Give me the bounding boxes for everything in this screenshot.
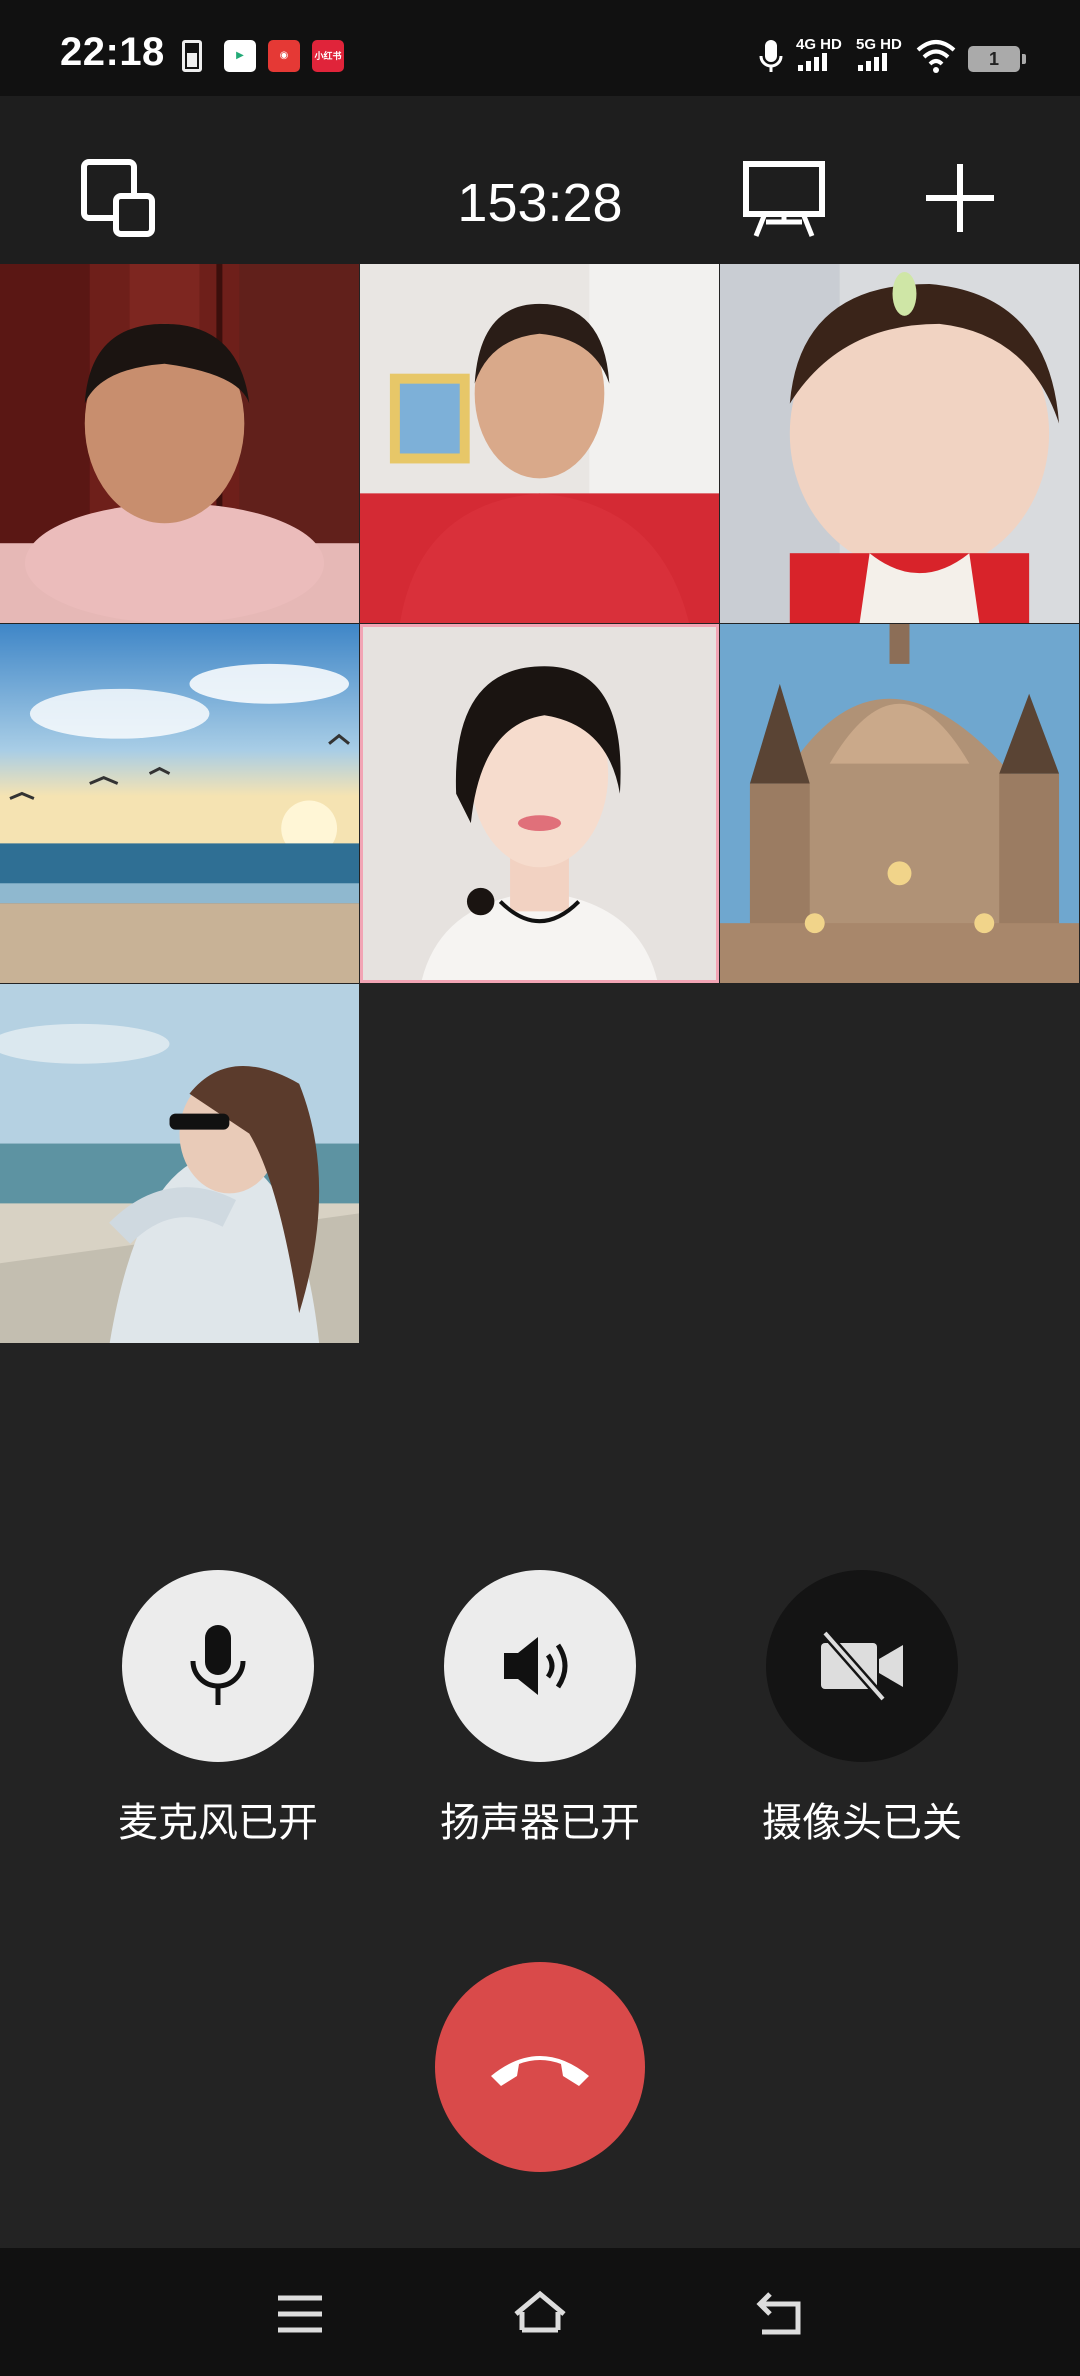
status-bar: 22:18 ▶ ◉ 小红书 4G HD 5G HD 1 xyxy=(0,0,1080,96)
hangup-button[interactable] xyxy=(435,1962,645,2172)
mic-in-use-icon xyxy=(759,40,783,72)
participant-video-2[interactable] xyxy=(360,264,719,623)
speaker-icon xyxy=(504,1637,568,1695)
participant-4-image xyxy=(0,624,359,983)
hangup-icon xyxy=(491,2056,589,2086)
microphone-label: 麦克风已开 xyxy=(118,1800,318,1846)
participant-2-image xyxy=(360,264,719,623)
network-4g-label: 4G HD xyxy=(796,36,842,53)
participant-video-6[interactable] xyxy=(720,624,1079,983)
video-app-icon: ▶ xyxy=(224,40,256,72)
menu-icon[interactable] xyxy=(270,2284,330,2344)
network-4g-indicator: 4G HD xyxy=(796,36,842,76)
microphone-icon xyxy=(190,1625,246,1705)
participant-7-image xyxy=(0,984,359,1343)
system-navigation-bar xyxy=(0,2248,1080,2376)
participant-video-3[interactable] xyxy=(720,264,1079,623)
speaker-control: 扬声器已开 xyxy=(380,1570,700,1848)
participant-video-1[interactable] xyxy=(0,264,359,623)
wifi-icon xyxy=(916,40,956,73)
network-5g-label: 5G HD xyxy=(856,36,902,53)
speaker-label: 扬声器已开 xyxy=(440,1800,640,1846)
screen-share-icon[interactable] xyxy=(742,156,826,240)
camera-label: 摄像头已关 xyxy=(762,1800,962,1846)
home-icon[interactable] xyxy=(510,2284,570,2344)
speaker-toggle-button[interactable] xyxy=(444,1570,636,1762)
music-app-icon: ◉ xyxy=(268,40,300,72)
camera-off-icon xyxy=(821,1631,903,1701)
signal-bars-icon xyxy=(858,53,887,71)
battery-icon: 1 xyxy=(968,46,1026,72)
participant-video-5-active-speaker[interactable] xyxy=(360,624,719,983)
back-icon[interactable] xyxy=(750,2284,810,2344)
microphone-toggle-button[interactable] xyxy=(122,1570,314,1762)
add-participant-icon[interactable] xyxy=(918,156,1002,240)
battery-saver-icon xyxy=(182,40,202,72)
participant-6-image xyxy=(720,624,1079,983)
participant-video-4[interactable] xyxy=(0,624,359,983)
status-time: 22:18 xyxy=(60,30,165,74)
network-5g-indicator: 5G HD xyxy=(856,36,902,76)
signal-bars-icon xyxy=(798,53,827,71)
participant-1-image xyxy=(0,264,359,623)
participant-video-7[interactable] xyxy=(0,984,359,1343)
camera-control: 摄像头已关 xyxy=(702,1570,1022,1848)
camera-toggle-button[interactable] xyxy=(766,1570,958,1762)
participant-5-image xyxy=(363,627,716,980)
microphone-control: 麦克风已开 xyxy=(58,1570,378,1848)
xiaohongshu-app-icon: 小红书 xyxy=(312,40,344,72)
call-top-bar: 153:28 xyxy=(0,96,1080,264)
participant-3-image xyxy=(720,264,1079,623)
